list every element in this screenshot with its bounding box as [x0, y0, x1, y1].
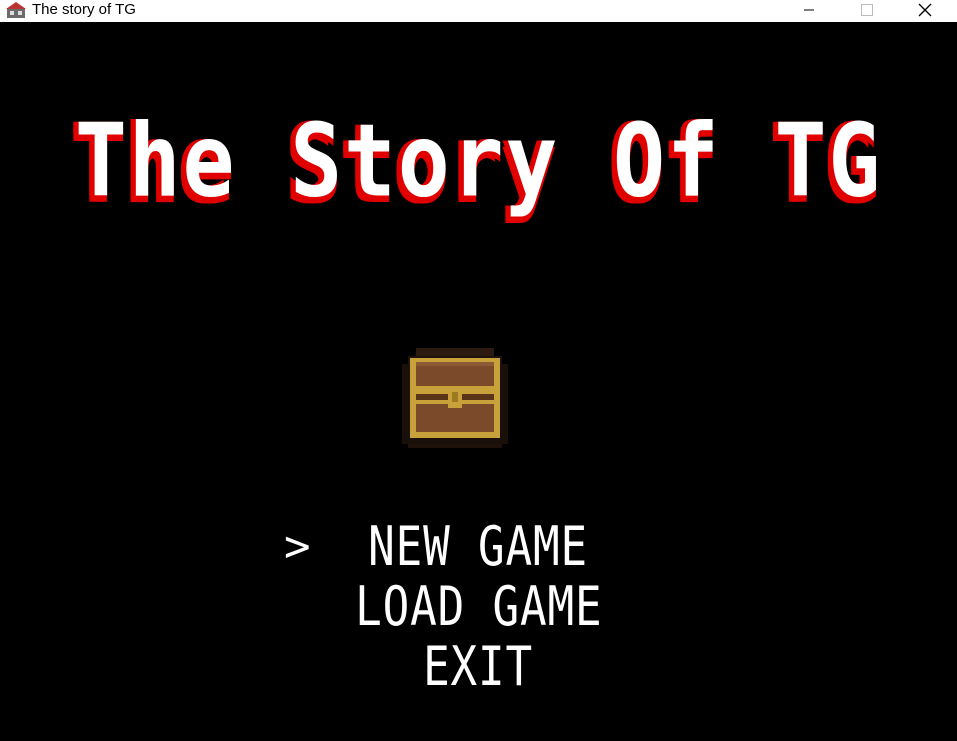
menu-item-label: EXIT [423, 635, 534, 698]
maximize-button[interactable] [844, 0, 890, 20]
maximize-icon [861, 4, 873, 16]
window-title: The story of TG [32, 1, 136, 18]
game-title: The Story Of TG [0, 102, 957, 220]
game-title-text: The Story Of TG [74, 102, 883, 220]
menu-item-exit[interactable]: EXIT [0, 638, 957, 696]
menu-item-load-game[interactable]: LOAD GAME [0, 578, 957, 636]
minimize-button[interactable] [786, 0, 832, 20]
game-canvas[interactable]: The Story Of TG > NEW GAME LOAD GAME EXI… [0, 26, 957, 741]
menu-item-label: LOAD GAME [354, 575, 603, 638]
close-button[interactable] [902, 0, 948, 20]
java-app-icon [6, 2, 26, 18]
treasure-chest-icon [402, 348, 508, 448]
game-window: The story of TG The Story Of TG > NEW GA… [0, 0, 957, 741]
menu-cursor: > [284, 521, 311, 572]
close-icon [918, 3, 932, 17]
menu-item-label: NEW GAME [368, 515, 589, 578]
minimize-icon [804, 9, 814, 11]
title-bar[interactable]: The story of TG [0, 0, 957, 22]
menu-item-new-game[interactable]: > NEW GAME [0, 518, 957, 576]
